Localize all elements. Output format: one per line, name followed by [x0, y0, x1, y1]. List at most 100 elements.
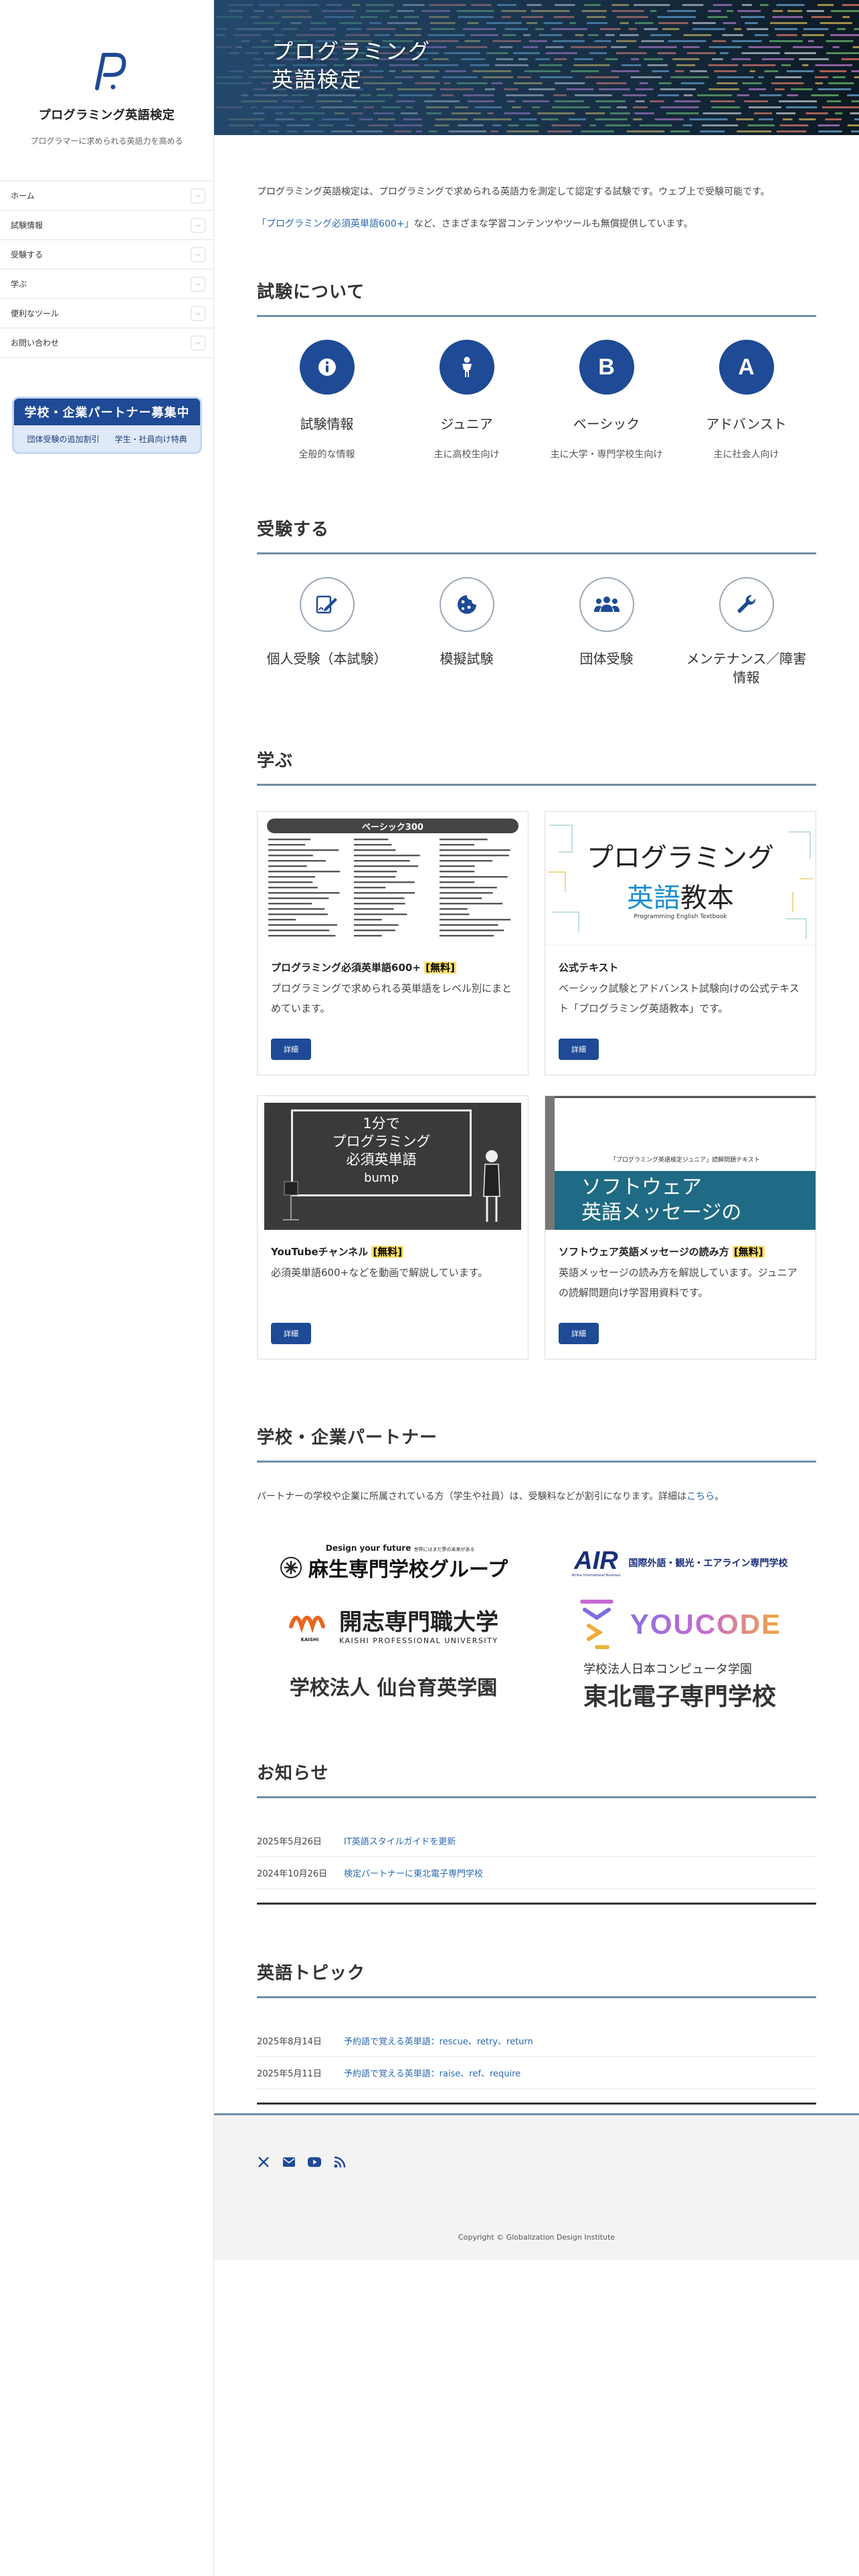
message-reading-thumbnail[interactable]: 「プログラミング英語検定ジュニア」読解問題テキスト ソフトウェア 英語メッセージ… [545, 1096, 816, 1230]
details-button[interactable]: 詳細 [559, 1323, 599, 1344]
envelope-icon[interactable] [282, 2155, 296, 2169]
chevron-down-icon[interactable]: ⌵ [191, 306, 205, 321]
hero-title: プログラミング 英語検定 [272, 37, 431, 94]
wordlist-link[interactable]: 「プログラミング必須英単語600+」 [257, 219, 413, 229]
wrench-icon[interactable] [719, 577, 774, 632]
nav-item-learn[interactable]: 学ぶ ⌵ [0, 270, 213, 299]
about-item-basic[interactable]: B ベーシック 主に大学・専門学校生向け [537, 340, 676, 461]
about-icon-row: 試験情報 全般的な情報 ジュニア 主に高校生向け B ベーシック 主に大学・専門… [257, 340, 816, 461]
wordlist-thumbnail-title: ベーシック300 [267, 819, 518, 833]
card-title[interactable]: プログラミング必須英単語600+ [無料] [271, 960, 514, 974]
card-youtube[interactable]: 1分で プログラミング 必須英単語 bump YouTubeチャンネル [無料] [257, 1095, 529, 1360]
take-item-label[interactable]: 模擬試験 [397, 649, 537, 668]
message-reading-line1: ソフトウェア [581, 1176, 702, 1199]
card-text: ベーシック試験とアドバンスト試験向けの公式テキスト「プログラミング英語教本」です… [559, 982, 799, 1014]
about-item-label[interactable]: ベーシック [537, 413, 676, 433]
sendai-name: 学校法人 仙台育英学園 [289, 1677, 498, 1700]
x-icon[interactable] [257, 2155, 270, 2169]
nav-item-exam-info[interactable]: 試験情報 ⌵ [0, 211, 213, 240]
news-link[interactable]: 検定パートナーに東北電子専門学校 [344, 1866, 483, 1879]
kaishi-mark-text: KAISHI [300, 1637, 319, 1642]
take-item-label[interactable]: 個人受験（本試験） [257, 649, 397, 668]
nav-item-label: 学ぶ [11, 280, 27, 289]
letter-b-icon[interactable]: B [579, 340, 634, 395]
air-mark-text: AIR [574, 1547, 618, 1575]
info-icon[interactable] [299, 340, 355, 395]
take-item-mock[interactable]: 模擬試験 [397, 577, 537, 687]
chevron-down-icon[interactable]: ⌵ [191, 276, 205, 292]
nav-item-label: 便利なツール [11, 309, 60, 318]
partners-description: パートナーの学校や企業に所属されている方（学生や社員）は、受験料などが割引になり… [257, 1489, 816, 1503]
wordlist-thumbnail[interactable]: ベーシック300 [264, 819, 521, 946]
partner-logo-tohoku[interactable]: 学校法人日本コンピュータ学園 東北電子専門学校 [543, 1655, 816, 1717]
take-item-label[interactable]: 団体受験 [537, 649, 676, 668]
partner-logo-air[interactable]: AIR Airline International Business 国際外語・… [543, 1532, 816, 1594]
take-item-label[interactable]: メンテナンス／障害情報 [676, 649, 816, 687]
teacher-illustration [283, 1150, 500, 1222]
nav-item-home[interactable]: ホーム ⌵ [0, 181, 213, 211]
partners-link[interactable]: こちら [686, 1491, 714, 1502]
take-item-individual[interactable]: 個人受験（本試験） [257, 577, 397, 687]
about-item-label[interactable]: 試験情報 [257, 413, 397, 433]
textbook-thumbnail[interactable]: プログラミング 英語教本 Programming English Textboo… [545, 812, 816, 946]
card-title[interactable]: 公式テキスト [559, 960, 802, 974]
partner-logo-youcode[interactable]: YOUCODE [543, 1594, 816, 1655]
about-item-label[interactable]: アドバンスト [676, 413, 816, 433]
about-item-label[interactable]: ジュニア [397, 413, 537, 433]
site-title[interactable]: プログラミング英語検定 [0, 106, 213, 123]
chevron-down-icon[interactable]: ⌵ [191, 217, 205, 233]
kaishi-mark-icon [289, 1616, 325, 1634]
topic-link[interactable]: 予約語で覚える英単語：raise、ref、require [344, 2066, 520, 2079]
about-item-sub: 主に社会人向け [713, 449, 779, 460]
chevron-down-icon[interactable]: ⌵ [191, 335, 205, 350]
signature-icon[interactable] [299, 577, 355, 632]
partner-recruit-banner[interactable]: 学校・企業パートナー募集中 団体受験の追加割引 学生・社員向け特典 [12, 397, 202, 454]
topic-link[interactable]: 予約語で覚える英単語：rescue、retry、return [344, 2034, 533, 2047]
textbook-title-line2: 英語教本 [545, 876, 816, 915]
youtube-thumbnail[interactable]: 1分で プログラミング 必須英単語 bump [264, 1103, 521, 1230]
details-button[interactable]: 詳細 [559, 1039, 599, 1060]
partner-logo-sendai[interactable]: 学校法人 仙台育英学園 [257, 1655, 530, 1717]
details-button[interactable]: 詳細 [271, 1323, 311, 1344]
section-heading-topics: 英語トピック [257, 1959, 816, 1998]
take-item-group[interactable]: 団体受験 [537, 577, 676, 687]
topic-date: 2025年8月14日 [257, 2037, 322, 2047]
users-icon[interactable] [579, 577, 634, 632]
card-title[interactable]: YouTubeチャンネル [無料] [271, 1245, 514, 1259]
about-item-junior[interactable]: ジュニア 主に高校生向け [397, 340, 537, 461]
take-item-maintenance[interactable]: メンテナンス／障害情報 [676, 577, 816, 687]
letter-a-icon[interactable]: A [719, 340, 774, 395]
nav-item-contact[interactable]: お問い合わせ ⌵ [0, 328, 213, 358]
about-item-info[interactable]: 試験情報 全般的な情報 [257, 340, 397, 461]
card-message-reading[interactable]: 「プログラミング英語検定ジュニア」読解問題テキスト ソフトウェア 英語メッセージ… [545, 1095, 816, 1360]
partner-logo-aso[interactable]: Design your future 世界にはまだ夢の未来がある 麻生専門学校グ… [257, 1532, 530, 1594]
card-title[interactable]: ソフトウェア英語メッセージの読み方 [無料] [559, 1245, 802, 1259]
card-text: 英語メッセージの読み方を解説しています。ジュニアの読解問題向け学習用資料です。 [559, 1267, 797, 1299]
site-logo[interactable] [84, 47, 130, 94]
chevron-down-icon[interactable]: ⌵ [191, 188, 205, 203]
news-date: 2025年5月26日 [257, 1837, 322, 1847]
message-reading-caption: 「プログラミング英語検定ジュニア」読解問題テキスト [609, 1157, 761, 1164]
news-link[interactable]: IT英語スタイルガイドを更新 [344, 1834, 456, 1847]
hero-title-line2: 英語検定 [272, 67, 363, 92]
section-learn: 学ぶ ベーシック300 プログラミング必須英単語600+ [無料] プログラミン… [257, 747, 816, 1360]
letter-a: A [738, 354, 755, 380]
hero-title-line1: プログラミング [272, 39, 432, 64]
partner-logo-kaishi[interactable]: KAISHI 開志専門職大学 KAISHI PROFESSIONAL UNIVE… [257, 1594, 530, 1655]
card-textbook[interactable]: プログラミング 英語教本 Programming English Textboo… [545, 811, 816, 1075]
card-title-text: YouTubeチャンネル [271, 1246, 369, 1258]
nav-item-take-exam[interactable]: 受験する ⌵ [0, 240, 213, 270]
card-wordlist[interactable]: ベーシック300 プログラミング必須英単語600+ [無料] プログラミングで求… [257, 811, 529, 1075]
sidebar: プログラミング英語検定 プログラマーに求められる英語力を高める ホーム ⌵ 試験情… [0, 0, 214, 2576]
chevron-down-icon[interactable]: ⌵ [191, 247, 205, 262]
rss-icon[interactable] [333, 2155, 347, 2169]
youtube-icon[interactable] [308, 2155, 321, 2169]
card-text: 必須英単語600+などを動画で解説しています。 [271, 1267, 488, 1279]
about-item-advanced[interactable]: A アドバンスト 主に社会人向け [676, 340, 816, 461]
nav-item-tools[interactable]: 便利なツール ⌵ [0, 299, 213, 328]
topics-list: 2025年8月14日 予約語で覚える英単語：rescue、retry、return… [257, 2025, 816, 2089]
tohoku-parent: 学校法人日本コンピュータ学園 [583, 1662, 752, 1677]
child-icon[interactable] [439, 340, 494, 395]
cookie-icon[interactable] [439, 577, 494, 632]
details-button[interactable]: 詳細 [271, 1039, 311, 1060]
